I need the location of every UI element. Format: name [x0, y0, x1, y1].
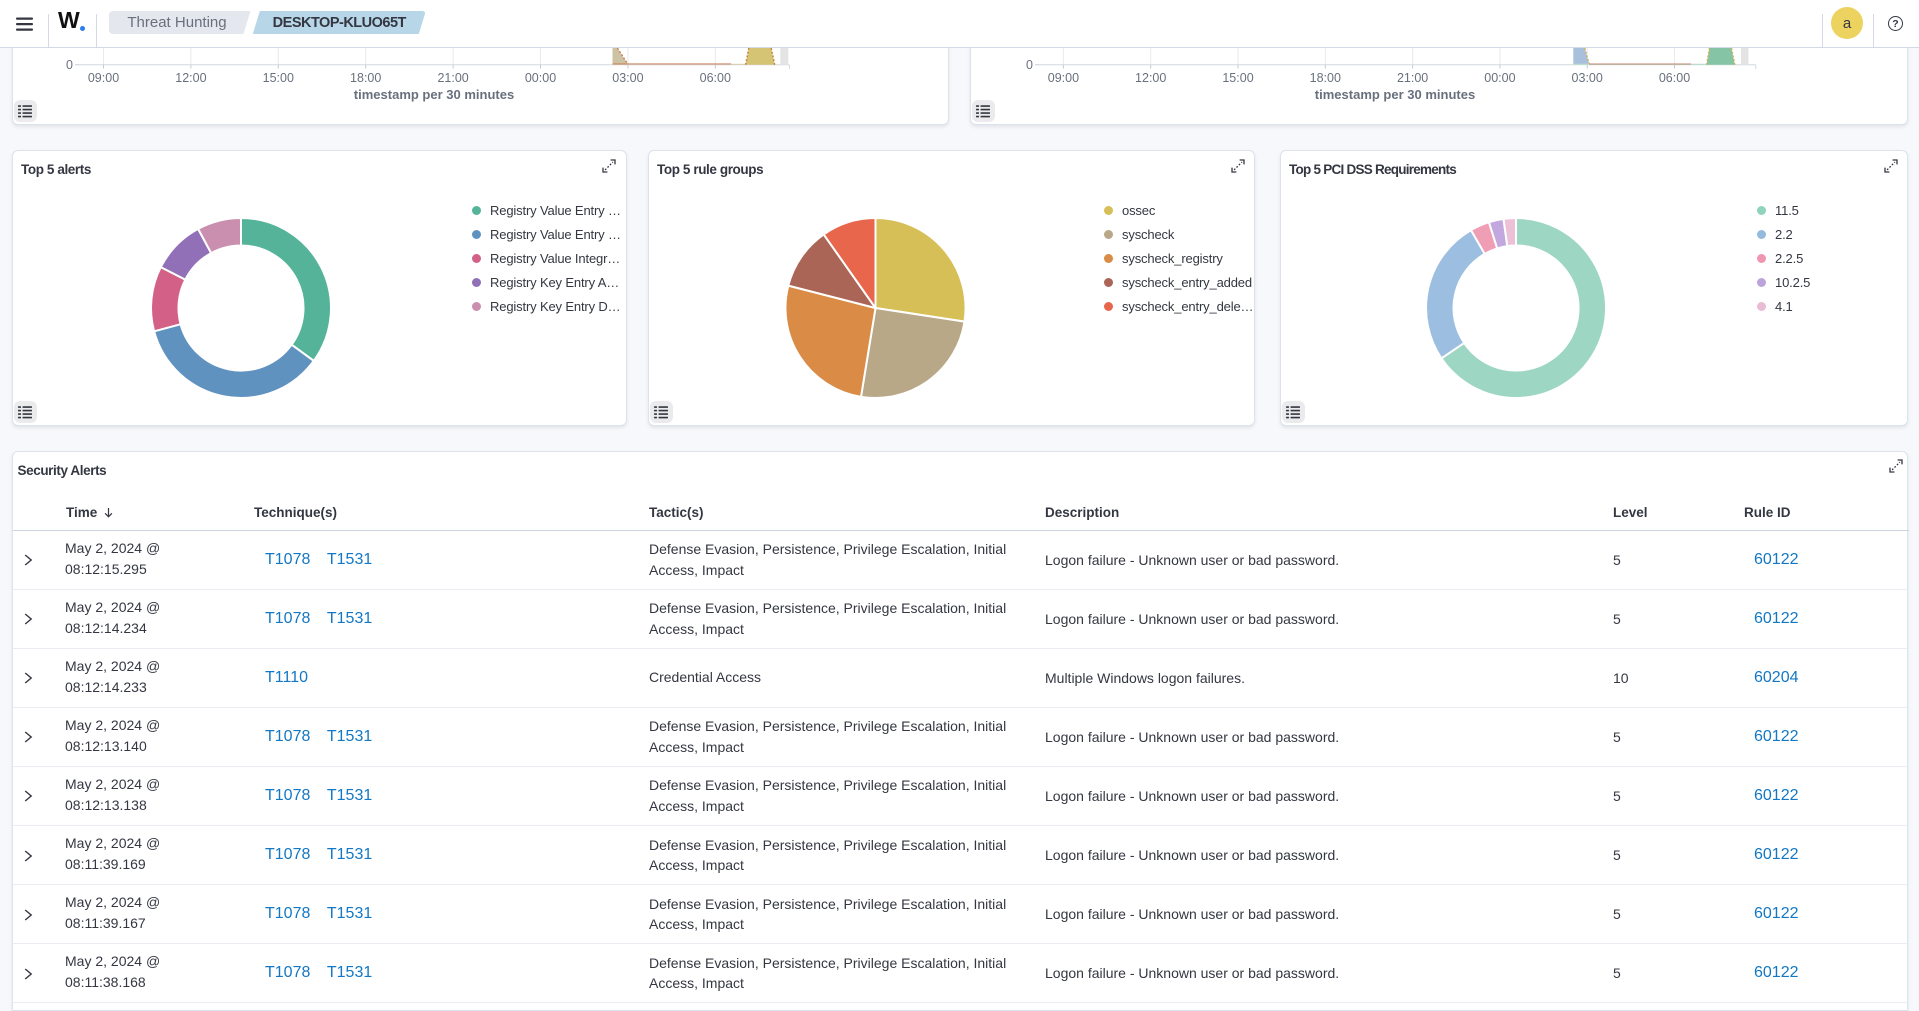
- svg-text:09:00: 09:00: [1048, 71, 1079, 85]
- svg-text:timestamp per 30 minutes: timestamp per 30 minutes: [354, 87, 514, 102]
- svg-text:21:00: 21:00: [1397, 71, 1428, 85]
- svg-text:03:00: 03:00: [612, 71, 643, 85]
- svg-text:09:00: 09:00: [88, 71, 119, 85]
- svg-text:timestamp per 30 minutes: timestamp per 30 minutes: [1315, 87, 1475, 102]
- svg-text:21:00: 21:00: [437, 71, 468, 85]
- svg-text:0: 0: [66, 58, 73, 72]
- svg-text:18:00: 18:00: [350, 71, 381, 85]
- svg-text:00:00: 00:00: [525, 71, 556, 85]
- svg-text:18:00: 18:00: [1310, 71, 1341, 85]
- svg-text:06:00: 06:00: [1659, 71, 1690, 85]
- svg-text:03:00: 03:00: [1572, 71, 1603, 85]
- svg-text:00:00: 00:00: [1484, 71, 1515, 85]
- svg-text:15:00: 15:00: [263, 71, 294, 85]
- svg-text:15:00: 15:00: [1222, 71, 1253, 85]
- svg-text:06:00: 06:00: [700, 71, 731, 85]
- svg-text:0: 0: [1026, 58, 1033, 72]
- svg-text:12:00: 12:00: [1135, 71, 1166, 85]
- svg-text:12:00: 12:00: [175, 71, 206, 85]
